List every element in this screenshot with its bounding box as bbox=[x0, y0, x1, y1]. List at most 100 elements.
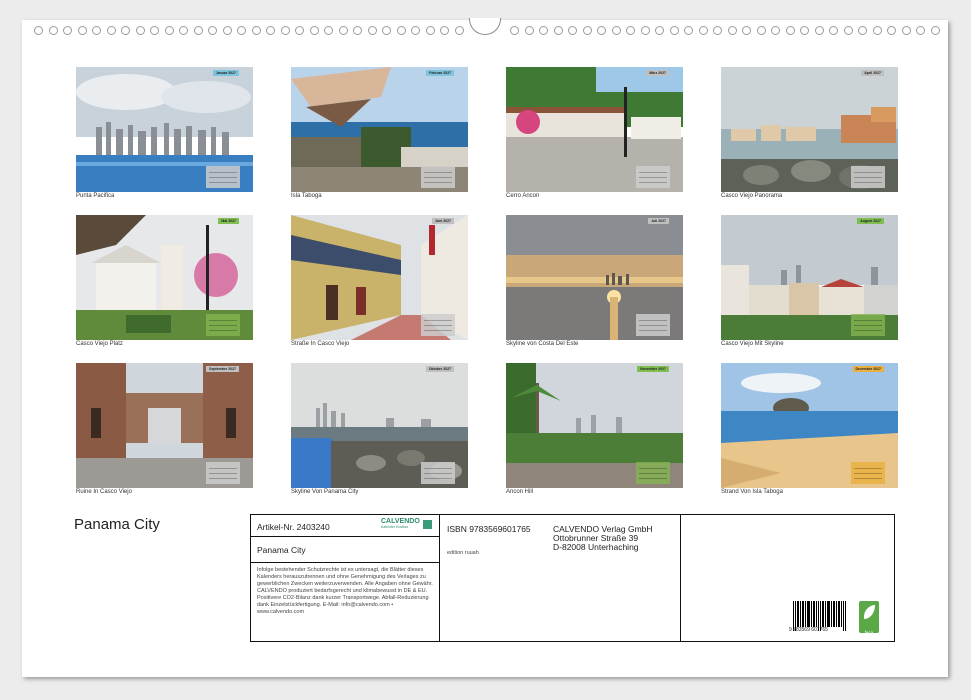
mini-calendar bbox=[636, 462, 670, 484]
thumb-august: August 2027 bbox=[721, 215, 898, 340]
binding-ring bbox=[843, 26, 853, 35]
binding-ring bbox=[742, 26, 751, 35]
binding-ring bbox=[309, 26, 319, 35]
binding-ring bbox=[553, 26, 563, 35]
legal-text: Infolge bestehender Schutzrechte ist es … bbox=[257, 567, 433, 615]
calvendo-brand-sub: Kalender Kostbar bbox=[381, 525, 409, 529]
thumb-september: September 2027 bbox=[76, 363, 253, 488]
binding-ring bbox=[237, 26, 246, 35]
binding-ring bbox=[396, 26, 406, 35]
binding-ring bbox=[382, 26, 391, 35]
mini-calendar bbox=[851, 462, 885, 484]
thumb-november: November 2027 bbox=[506, 363, 683, 488]
caption-february: Isla Taboga bbox=[291, 193, 322, 199]
binding-ring bbox=[858, 26, 867, 35]
month-tag: Dezember 2027 bbox=[852, 366, 884, 372]
calvendo-brand: CALVENDO bbox=[381, 518, 420, 525]
mini-calendar bbox=[636, 166, 670, 188]
caption-march: Cerro Ancon bbox=[506, 193, 540, 199]
binding-ring bbox=[727, 26, 737, 35]
feca-badge: feca bbox=[859, 601, 879, 635]
binding-ring bbox=[106, 26, 116, 35]
binding-ring bbox=[150, 26, 159, 35]
article-number: Artikel-Nr. 2403240 bbox=[257, 522, 330, 532]
month-tag: Juni 2027 bbox=[432, 218, 454, 224]
binding-ring bbox=[77, 26, 87, 35]
thumb-april: April 2027 bbox=[721, 67, 898, 192]
caption-june: Straße In Casco Viejo bbox=[291, 341, 350, 347]
feca-label: feca bbox=[864, 630, 874, 635]
month-tag: April 2027 bbox=[861, 70, 884, 76]
binding-ring bbox=[771, 26, 780, 35]
calendar-title: Panama City bbox=[74, 516, 160, 533]
thumb-june: Juni 2027 bbox=[291, 215, 468, 340]
binding-ring bbox=[640, 26, 650, 35]
binding-ring bbox=[539, 26, 548, 35]
binding-ring bbox=[887, 26, 896, 35]
binding-ring bbox=[800, 26, 809, 35]
thumb-december: Dezember 2027 bbox=[721, 363, 898, 488]
mini-calendar bbox=[851, 166, 885, 188]
mini-calendar bbox=[206, 166, 240, 188]
binding-ring bbox=[872, 26, 882, 35]
binding-ring bbox=[179, 26, 188, 35]
binding-ring bbox=[222, 26, 232, 35]
mini-calendar bbox=[421, 314, 455, 336]
binding-ring bbox=[684, 26, 693, 35]
binding-ring bbox=[626, 26, 635, 35]
publisher-city: D-82008 Unterhaching bbox=[553, 542, 639, 552]
month-tag: Mai 2027 bbox=[218, 218, 239, 224]
thumb-february: Februar 2027 bbox=[291, 67, 468, 192]
product-title: Panama City bbox=[257, 545, 306, 555]
binding-ring bbox=[63, 26, 72, 35]
binding-ring bbox=[611, 26, 621, 35]
binding-ring bbox=[814, 26, 824, 35]
binding-ring bbox=[756, 26, 766, 35]
mini-calendar bbox=[421, 166, 455, 188]
month-tag: Januar 2027 bbox=[212, 70, 239, 76]
info-box: Artikel-Nr. 2403240 CALVENDO Kalender Ko… bbox=[250, 514, 895, 642]
binding-ring bbox=[295, 26, 304, 35]
binding-ring bbox=[655, 26, 664, 35]
thumb-march: März 2027 bbox=[506, 67, 683, 192]
binding-ring bbox=[353, 26, 362, 35]
mini-calendar bbox=[206, 314, 240, 336]
binding-ring bbox=[266, 26, 275, 35]
binding-ring bbox=[698, 26, 708, 35]
binding-ring bbox=[669, 26, 679, 35]
thumb-october: Oktober 2027 bbox=[291, 363, 468, 488]
mini-calendar bbox=[636, 314, 670, 336]
month-tag: November 2027 bbox=[637, 366, 669, 372]
thumb-january: Januar 2027 bbox=[76, 67, 253, 192]
binding-ring bbox=[524, 26, 534, 35]
binding-ring bbox=[597, 26, 606, 35]
binding-ring bbox=[582, 26, 592, 35]
calvendo-logo-icon bbox=[423, 520, 432, 529]
binding-ring bbox=[164, 26, 174, 35]
caption-august: Casco Viejo Mit Skyline bbox=[721, 341, 784, 347]
binding-ring bbox=[916, 26, 925, 35]
binding-ring bbox=[92, 26, 101, 35]
caption-september: Ruine In Casco Viejo bbox=[76, 489, 132, 495]
binding-ring bbox=[121, 26, 130, 35]
binding-ring bbox=[338, 26, 348, 35]
barcode-number: 9 783569 601765 bbox=[789, 627, 828, 633]
mini-calendar bbox=[206, 462, 240, 484]
binding-ring bbox=[440, 26, 449, 35]
month-tag: Februar 2027 bbox=[426, 70, 454, 76]
binding-ring bbox=[280, 26, 290, 35]
binding-ring bbox=[785, 26, 795, 35]
binding-ring bbox=[568, 26, 577, 35]
isbn: ISBN 9783569601765 bbox=[447, 524, 531, 534]
month-tag: März 2027 bbox=[646, 70, 669, 76]
binding-ring bbox=[251, 26, 261, 35]
binding-ring bbox=[930, 26, 940, 35]
month-tag: September 2027 bbox=[206, 366, 239, 372]
binding-ring bbox=[454, 26, 464, 35]
leaf-icon bbox=[863, 605, 875, 619]
binding-ring bbox=[425, 26, 435, 35]
binding-ring bbox=[324, 26, 333, 35]
mini-calendar bbox=[421, 462, 455, 484]
binding-ring bbox=[367, 26, 377, 35]
caption-october: Skyline Von Panama City bbox=[291, 489, 359, 495]
